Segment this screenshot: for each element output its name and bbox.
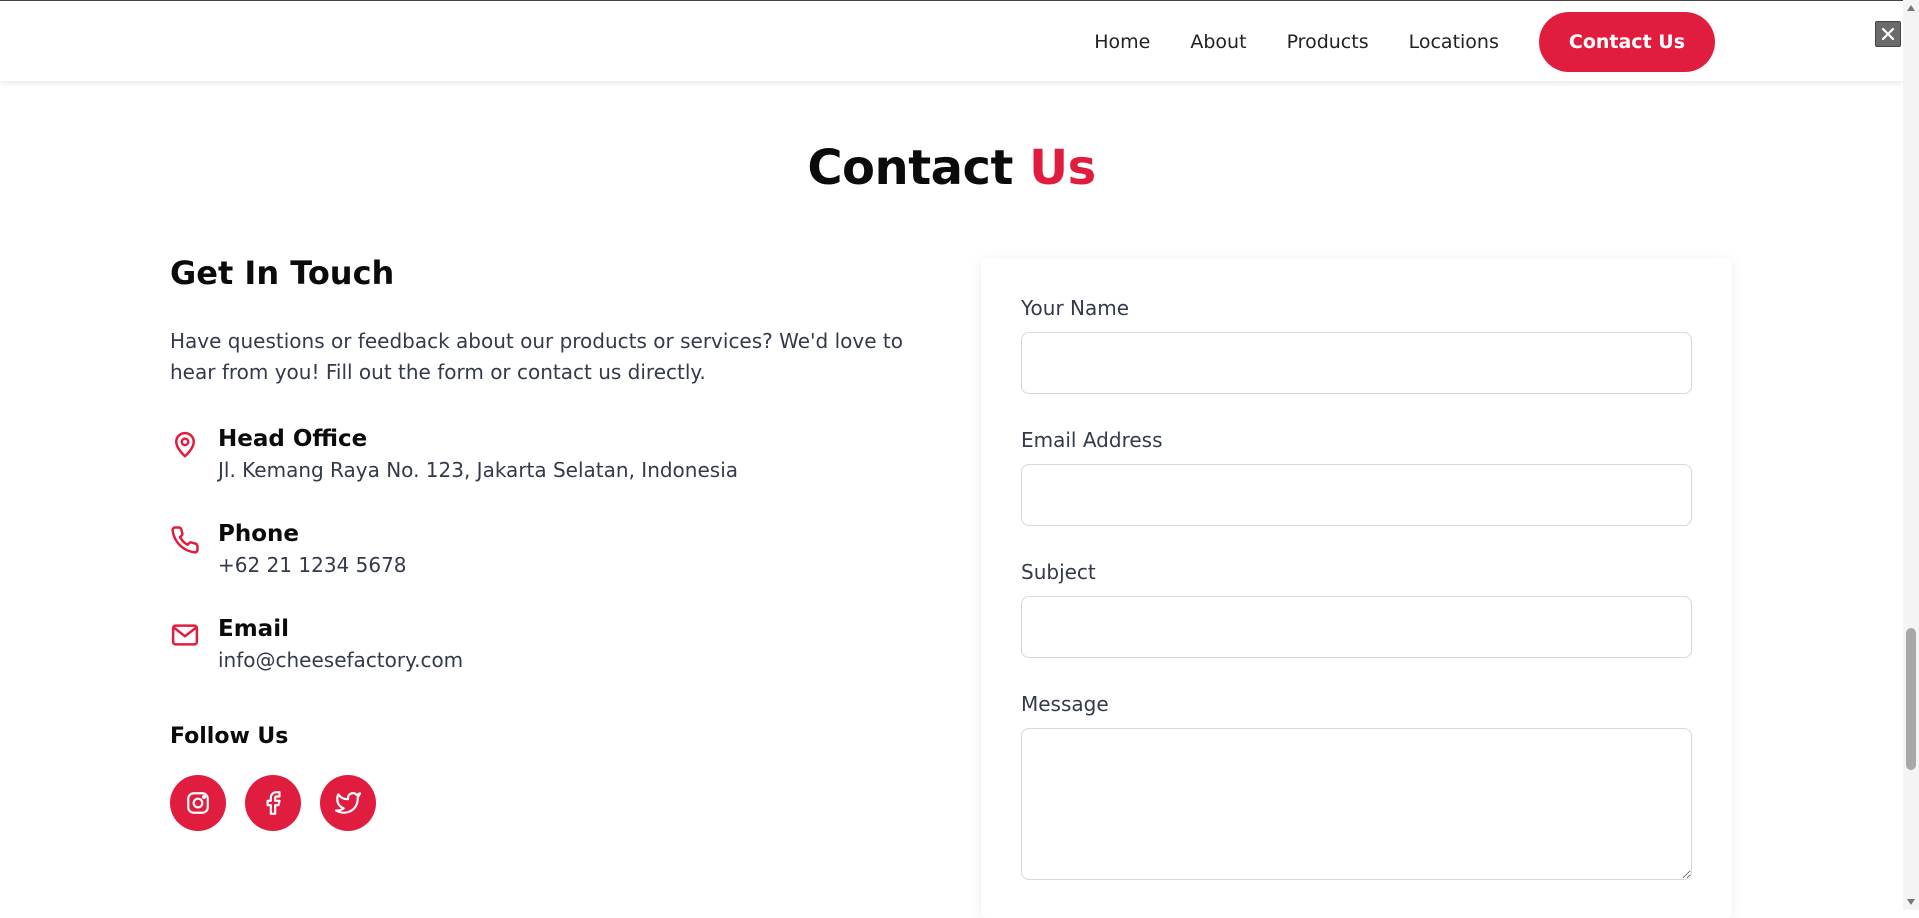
nav-link-locations[interactable]: Locations: [1409, 12, 1499, 72]
instagram-button[interactable]: [170, 775, 226, 831]
phone-number: +62 21 1234 5678: [218, 553, 407, 577]
email-address[interactable]: info@cheesefactory.com: [218, 648, 463, 672]
name-input[interactable]: [1021, 332, 1692, 394]
email-input[interactable]: [1021, 464, 1692, 526]
subject-input[interactable]: [1021, 596, 1692, 658]
map-pin-icon: [175, 431, 195, 458]
vertical-scrollbar[interactable]: [1903, 0, 1919, 910]
intro-text: Have questions or feedback about our pro…: [170, 329, 903, 384]
subject-field-group: Subject: [1021, 560, 1692, 658]
contact-form: Your Name Email Address Subject Message: [981, 258, 1732, 918]
message-label: Message: [1021, 692, 1109, 716]
name-label: Your Name: [1021, 296, 1130, 320]
nav-link-products[interactable]: Products: [1287, 12, 1369, 72]
get-in-touch-section: Get In Touch Have questions or feedback …: [170, 254, 930, 831]
email-item: Email info@cheesefactory.com: [170, 616, 463, 672]
facebook-button[interactable]: [245, 775, 301, 831]
page-title: Contact Us: [0, 140, 1903, 196]
phone-title: Phone: [218, 521, 300, 547]
email-title: Email: [218, 616, 289, 642]
facebook-icon: [266, 791, 281, 815]
get-in-touch-heading: Get In Touch: [170, 254, 395, 292]
scrollbar-thumb[interactable]: [1906, 628, 1916, 770]
mail-icon: [171, 624, 199, 646]
nav-link-about[interactable]: About: [1190, 12, 1246, 72]
phone-item: Phone +62 21 1234 5678: [170, 521, 407, 577]
scroll-down-arrow-icon[interactable]: [1906, 897, 1916, 907]
subject-label: Subject: [1021, 560, 1096, 584]
twitter-icon: [335, 792, 361, 814]
head-office-item: Head Office Jl. Kemang Raya No. 123, Jak…: [170, 426, 738, 482]
name-field-group: Your Name: [1021, 296, 1692, 394]
follow-us-heading: Follow Us: [170, 724, 289, 749]
email-label: Email Address: [1021, 428, 1163, 452]
top-navbar: Home About Products Locations Contact Us: [0, 0, 1903, 81]
phone-icon: [171, 526, 199, 554]
head-office-address: Jl. Kemang Raya No. 123, Jakarta Selatan…: [218, 458, 739, 482]
message-textarea[interactable]: [1021, 728, 1692, 880]
scroll-up-arrow-icon[interactable]: [1906, 3, 1916, 13]
twitter-button[interactable]: [320, 775, 376, 831]
email-field-group: Email Address: [1021, 428, 1692, 526]
nav-link-home[interactable]: Home: [1094, 12, 1150, 72]
contact-us-button[interactable]: Contact Us: [1538, 12, 1715, 72]
page-title-main: Contact: [807, 140, 1013, 196]
head-office-title: Head Office: [218, 426, 368, 452]
instagram-icon: [187, 792, 209, 814]
close-icon[interactable]: [1875, 21, 1901, 47]
page-title-accent: Us: [1029, 140, 1096, 196]
social-links: [170, 775, 395, 831]
message-field-group: Message: [1021, 692, 1692, 880]
main-nav: Home About Products Locations Contact Us: [1094, 12, 1715, 72]
